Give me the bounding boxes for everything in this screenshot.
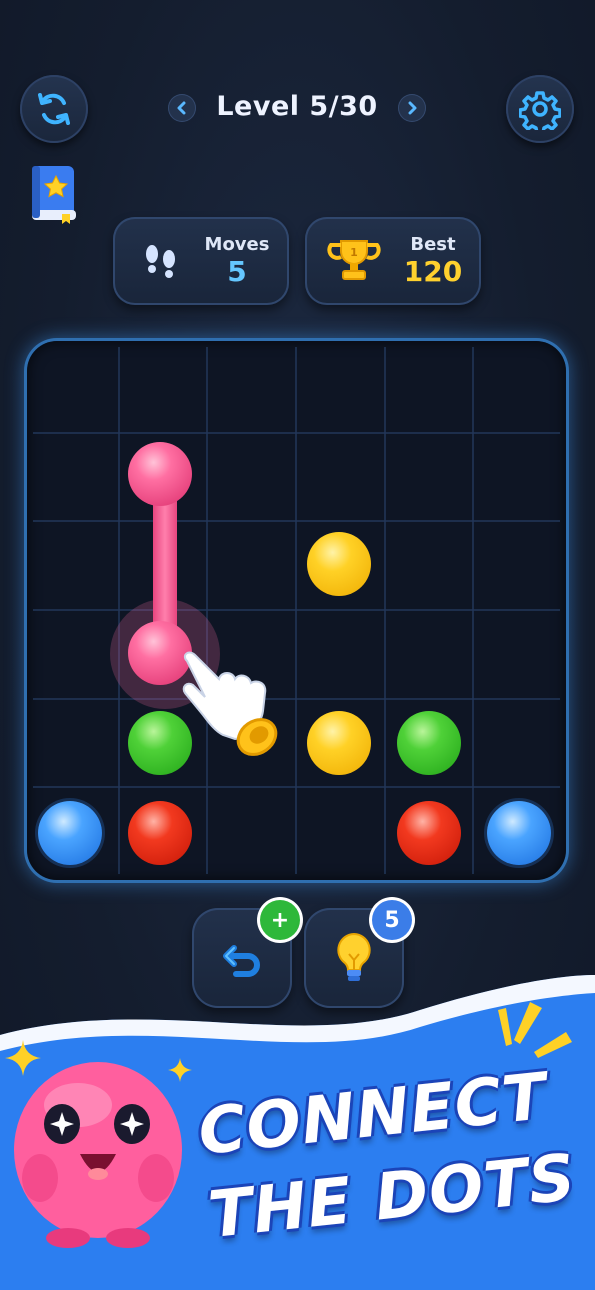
pink-mascot <box>14 1062 182 1248</box>
game-board[interactable] <box>27 341 566 880</box>
footprints-icon <box>146 245 175 278</box>
blue-dot[interactable] <box>487 801 552 866</box>
level-title: Level 5/30 <box>216 91 378 122</box>
restart-icon <box>38 93 70 125</box>
restart-button[interactable] <box>20 75 88 143</box>
chevron-right-icon <box>408 101 417 115</box>
gear-icon <box>519 91 561 130</box>
best-label: Best <box>410 234 456 255</box>
dots-layer <box>27 341 566 880</box>
trophy-icon: 1 <box>327 240 381 280</box>
undo-add-badge[interactable]: + <box>260 900 300 940</box>
next-level-button[interactable] <box>398 94 426 122</box>
blue-dot[interactable] <box>37 801 102 866</box>
sparkle-burst-icon <box>498 1002 572 1058</box>
red-dot[interactable] <box>127 801 192 866</box>
moves-card: Moves 5 <box>113 217 289 305</box>
yellow-dot[interactable] <box>307 711 372 776</box>
pointing-hand-icon <box>182 651 278 756</box>
best-card: 1 Best 120 <box>305 217 481 305</box>
svg-text:1: 1 <box>350 246 358 259</box>
red-dot[interactable] <box>397 801 462 866</box>
moves-value: 5 <box>227 255 247 288</box>
pink-dot[interactable] <box>127 441 192 506</box>
star-book-icon <box>32 166 76 224</box>
green-dot[interactable] <box>397 711 462 776</box>
collection-book-button[interactable] <box>30 164 78 224</box>
best-value: 120 <box>403 255 463 288</box>
settings-button[interactable] <box>506 75 574 143</box>
previous-level-button[interactable] <box>168 94 196 122</box>
hint-count-badge: 5 <box>372 900 412 940</box>
chevron-left-icon <box>177 101 186 115</box>
yellow-dot[interactable] <box>307 531 372 596</box>
moves-label: Moves <box>204 234 270 255</box>
